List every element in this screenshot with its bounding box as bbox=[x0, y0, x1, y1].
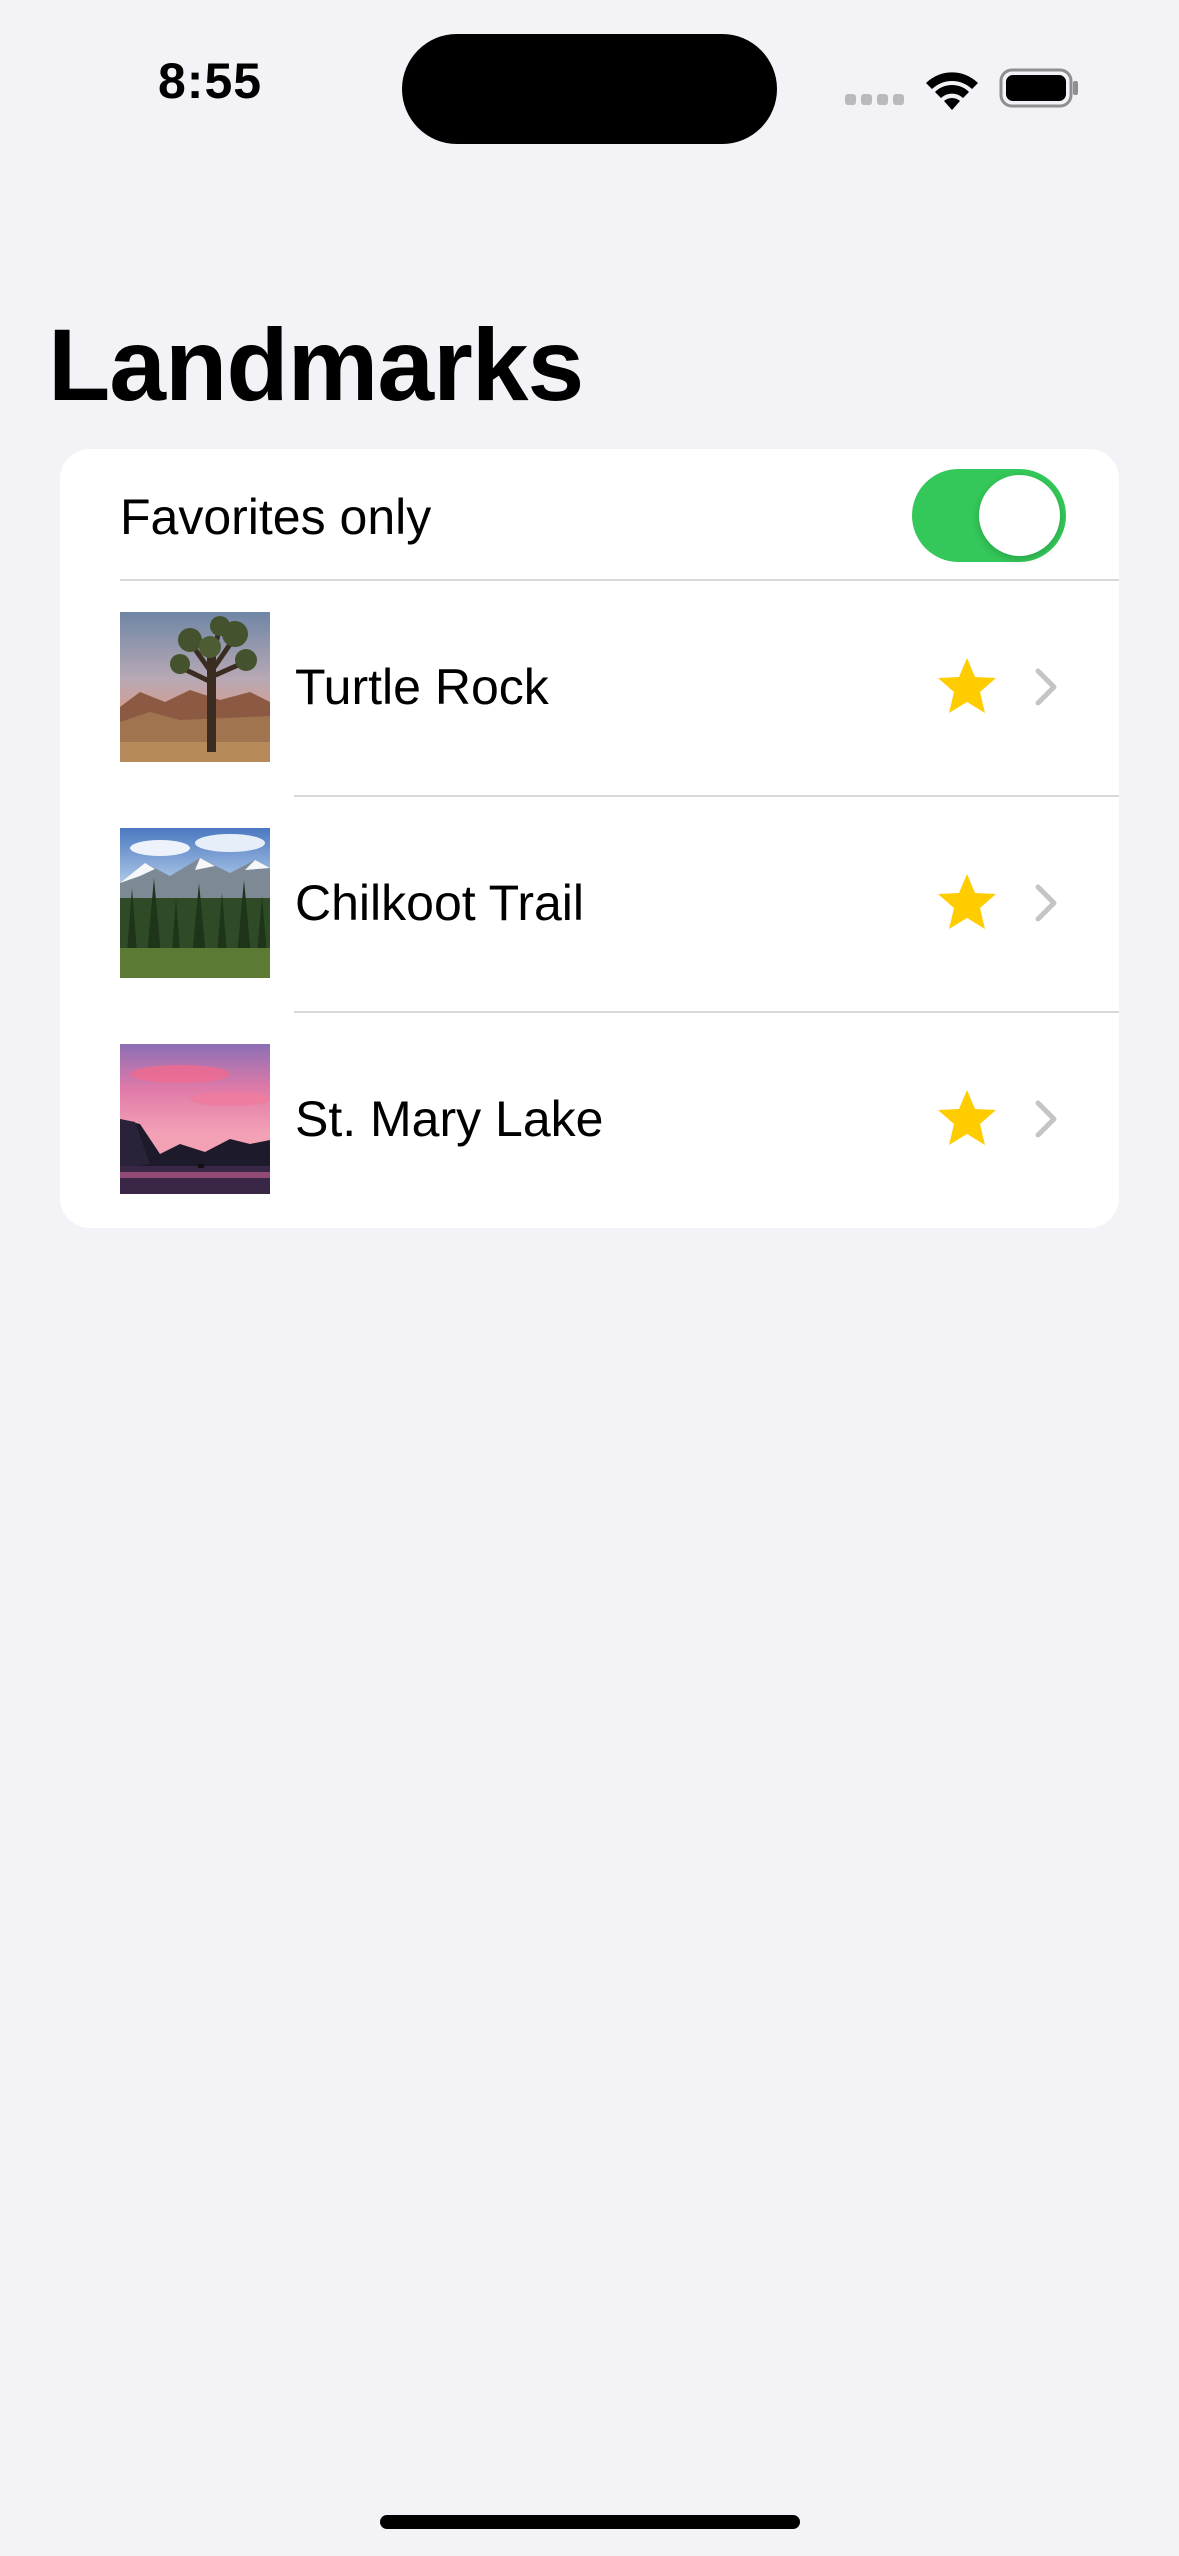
favorite-star-icon bbox=[938, 658, 996, 713]
chevron-right-icon bbox=[1035, 884, 1057, 922]
wifi-icon bbox=[926, 72, 978, 110]
landmark-row-chilkoot-trail[interactable]: Chilkoot Trail bbox=[60, 796, 1119, 1011]
dynamic-island bbox=[402, 34, 777, 144]
cellular-signal-icon bbox=[845, 94, 905, 108]
favorites-toggle[interactable] bbox=[912, 469, 1066, 562]
favorite-star-icon bbox=[938, 1090, 996, 1145]
landmark-list: Favorites only Turtle Rock Chilkoot Trai… bbox=[60, 449, 1119, 1228]
home-indicator[interactable] bbox=[380, 2515, 800, 2529]
landmark-name: Chilkoot Trail bbox=[295, 875, 584, 931]
mountain-forest-photo bbox=[120, 828, 270, 978]
chevron-right-icon bbox=[1035, 668, 1057, 706]
battery-icon bbox=[999, 68, 1078, 108]
landmark-name: Turtle Rock bbox=[295, 659, 549, 715]
toggle-knob bbox=[979, 475, 1060, 556]
landmark-name: St. Mary Lake bbox=[295, 1091, 604, 1147]
favorite-star-icon bbox=[938, 874, 996, 929]
favorites-filter-row: Favorites only bbox=[60, 449, 1119, 580]
desert-joshua-tree-photo bbox=[120, 612, 270, 762]
landmark-row-st-mary-lake[interactable]: St. Mary Lake bbox=[60, 1012, 1119, 1227]
landmark-row-turtle-rock[interactable]: Turtle Rock bbox=[60, 580, 1119, 795]
status-time: 8:55 bbox=[158, 53, 263, 109]
sunset-lake-photo bbox=[120, 1044, 270, 1194]
landmarks-screen: 8:55 Landmarks Favorites only Turtle Roc… bbox=[0, 0, 1179, 2556]
chevron-right-icon bbox=[1035, 1100, 1057, 1138]
favorites-toggle-label: Favorites only bbox=[120, 489, 432, 545]
page-title: Landmarks bbox=[48, 308, 584, 422]
